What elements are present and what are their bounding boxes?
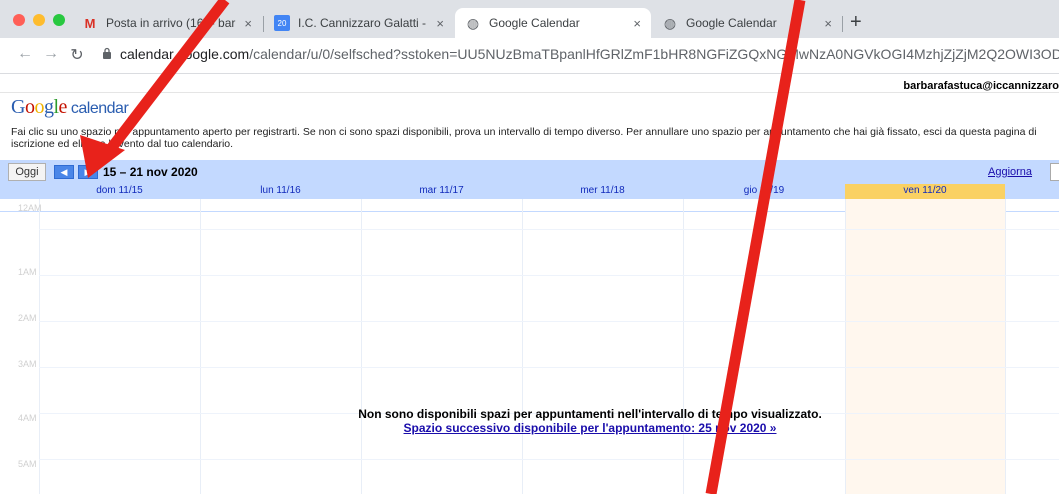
grid-line [39, 199, 40, 494]
close-tab-icon[interactable]: × [244, 16, 252, 31]
close-tab-icon[interactable]: × [824, 16, 832, 31]
previous-week-button[interactable]: ◀ [54, 165, 74, 179]
minimize-window-icon[interactable] [33, 14, 45, 26]
browser-tab-bar: M Posta in arrivo (16) - barbarafa × 20 … [0, 0, 1059, 38]
day-header: lun 11/16 [260, 185, 301, 196]
day-header: mar 11/17 [419, 185, 464, 196]
view-selector[interactable] [1050, 163, 1059, 181]
next-week-button[interactable]: ▶ [78, 165, 98, 179]
hour-label: 1AM [18, 267, 37, 277]
grid-line [361, 199, 362, 494]
google-calendar-logo: Google calendar [11, 96, 129, 119]
tab-label: I.C. Cannizzaro Galatti - Calend [298, 16, 428, 30]
hour-label: 4AM [18, 413, 37, 423]
browser-toolbar: ← → ↻ calendar.google.com/calendar/u/0/s… [0, 38, 1059, 74]
hour-label: 12AM [18, 203, 42, 213]
logo-google-text: Google [11, 96, 67, 118]
logo-calendar-text: calendar [70, 100, 129, 117]
logo-letter: o [34, 96, 44, 118]
url-host: calendar.google.com [120, 46, 250, 62]
hour-label: 5AM [18, 459, 37, 469]
back-icon[interactable]: ← [14, 45, 36, 63]
close-window-icon[interactable] [13, 14, 25, 26]
tab-label: Posta in arrivo (16) - barbarafa [106, 16, 236, 30]
url-path: /calendar/u/0/selfsched?sstoken=UU5NUzBm… [249, 46, 1059, 62]
lock-icon[interactable] [102, 47, 112, 59]
today-button[interactable]: Oggi [8, 163, 46, 181]
gmail-icon: M [84, 15, 96, 31]
refresh-link[interactable]: Aggiorna [988, 166, 1032, 178]
hour-label: 3AM [18, 359, 37, 369]
grid-line [1005, 199, 1006, 494]
logo-letter: G [11, 96, 25, 118]
today-column [845, 199, 1005, 494]
reload-icon[interactable]: ↻ [66, 45, 88, 65]
day-header: ven 11/20 [903, 185, 947, 196]
tab-label: Google Calendar [489, 16, 580, 30]
tab-google-calendar[interactable]: ◍ Google Calendar × [652, 8, 842, 38]
globe-icon: ◍ [466, 14, 480, 31]
grid-line [522, 199, 523, 494]
day-header: dom 11/15 [96, 185, 143, 196]
grid-line [845, 199, 846, 494]
grid-line [39, 459, 1059, 460]
tab-separator [842, 16, 843, 32]
tab-label: Google Calendar [686, 16, 777, 30]
grid-line [39, 321, 1059, 322]
grid-line [683, 199, 684, 494]
tab-google-calendar-active[interactable]: ◍ Google Calendar × [455, 8, 651, 38]
day-header: mer 11/18 [580, 185, 625, 196]
grid-line [39, 367, 1059, 368]
date-range: 15 – 21 nov 2020 [103, 165, 198, 179]
logo-letter: e [58, 96, 68, 118]
tab-school-calendar[interactable]: 20 I.C. Cannizzaro Galatti - Calend × [264, 8, 454, 38]
globe-icon: ◍ [663, 14, 677, 31]
next-available-slot-link[interactable]: Spazio successivo disponibile per l'appu… [300, 421, 880, 435]
tab-gmail[interactable]: M Posta in arrivo (16) - barbarafa × [72, 8, 262, 38]
grid-line [39, 275, 1059, 276]
no-slots-message: Non sono disponibili spazi per appuntame… [358, 407, 822, 421]
address-bar[interactable]: calendar.google.com/calendar/u/0/selfsch… [120, 46, 1059, 62]
new-tab-button[interactable]: + [850, 12, 862, 32]
user-email: barbarafastuca@iccannizzaro [903, 80, 1059, 92]
divider [0, 92, 1059, 93]
close-tab-icon[interactable]: × [436, 16, 444, 31]
grid-line [200, 199, 201, 494]
day-header: gio 11/19 [743, 185, 785, 196]
calendar-icon: 20 [274, 15, 290, 31]
maximize-window-icon[interactable] [53, 14, 65, 26]
hour-label: 2AM [18, 313, 37, 323]
grid-line [39, 229, 1059, 230]
instructions-text: Fai clic su uno spazio per appuntamento … [11, 126, 1037, 150]
close-tab-icon[interactable]: × [633, 16, 641, 31]
forward-icon[interactable]: → [40, 45, 62, 63]
